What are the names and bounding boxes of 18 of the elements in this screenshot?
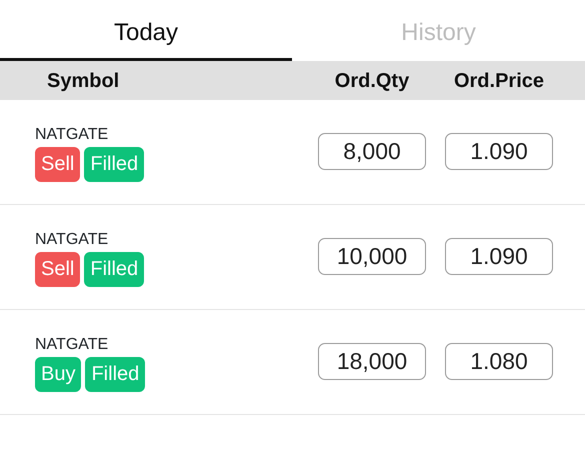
price-field: 1.090 (445, 238, 553, 274)
side-badge: Buy (35, 356, 82, 392)
price-field: 1.090 (445, 132, 553, 170)
column-header: Ord.Price (454, 68, 544, 94)
status-badge: Filled (85, 356, 146, 392)
side-badge: Sell (35, 146, 80, 182)
quantity-field: 10,000 (318, 238, 426, 274)
side-badge: Sell (35, 252, 80, 286)
symbol-text: NATGATE (35, 334, 108, 354)
status-badge: Filled (84, 252, 144, 286)
column-header: Symbol (47, 70, 120, 92)
column-header: Ord.Qty (334, 68, 410, 94)
symbol-text: NATGATE (35, 230, 108, 250)
price-field: 1.080 (445, 342, 553, 380)
status-badge: Filled (84, 146, 144, 182)
quantity-field: 18,000 (318, 342, 426, 380)
quantity-field: 8,000 (318, 132, 426, 170)
symbol-text: NATGATE (35, 124, 108, 144)
